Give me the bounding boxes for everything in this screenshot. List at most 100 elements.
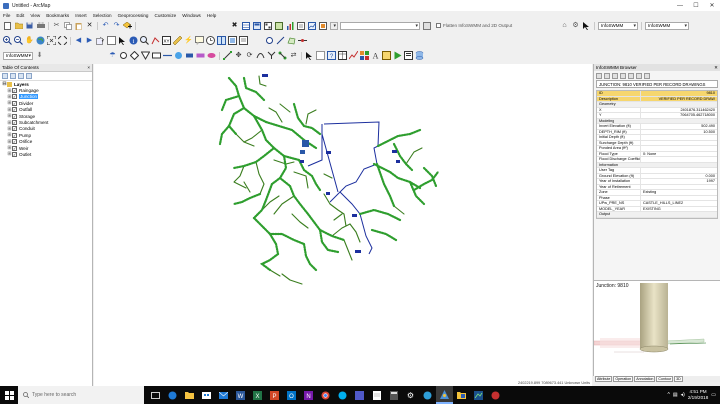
menu-customize[interactable]: Customize xyxy=(155,13,177,18)
menu-file[interactable]: File xyxy=(3,13,10,18)
menu-insert[interactable]: Insert xyxy=(75,13,87,18)
grid-view-icon[interactable] xyxy=(263,21,272,30)
arcmap-taskbar-icon[interactable] xyxy=(436,386,453,404)
print-icon[interactable] xyxy=(36,21,45,30)
fixed-zoom-out-icon[interactable] xyxy=(58,36,67,45)
layer-visibility-checkbox[interactable]: ✓ xyxy=(12,107,17,113)
tab-operation[interactable]: Operation xyxy=(613,376,634,382)
layer-outlet[interactable]: ⊞ ✓ Outlet xyxy=(2,151,92,157)
store-icon[interactable] xyxy=(198,386,215,404)
tab-contour[interactable]: Contour xyxy=(656,376,674,382)
clock[interactable]: 4:51 PM 2/19/2018 xyxy=(688,389,708,401)
scenario-select[interactable] xyxy=(340,21,420,30)
measure-icon[interactable] xyxy=(173,36,182,45)
property-value[interactable]: 7064705.462718000 xyxy=(641,113,717,118)
zoom-out-icon[interactable] xyxy=(14,36,23,45)
layer-visibility-checkbox[interactable]: ✓ xyxy=(12,113,17,119)
output-icon[interactable] xyxy=(318,21,327,30)
task-view-icon[interactable] xyxy=(147,386,164,404)
browser-nav-last-icon[interactable] xyxy=(620,72,626,79)
layer-visibility-checkbox[interactable]: ✓ xyxy=(12,139,17,145)
notifications-icon[interactable]: ▭ xyxy=(711,392,716,398)
save-icon[interactable] xyxy=(25,21,34,30)
new-document-icon[interactable] xyxy=(3,21,12,30)
go-to-xy-icon[interactable]: XY xyxy=(162,36,171,45)
select-features-icon[interactable] xyxy=(96,36,105,45)
edit-vertex-icon[interactable] xyxy=(223,51,232,60)
map-canvas[interactable] xyxy=(94,64,592,386)
tool-cross-icon[interactable]: ✖ xyxy=(230,21,239,30)
skype-icon[interactable] xyxy=(334,386,351,404)
junction-tool-icon[interactable] xyxy=(119,51,128,60)
fixed-zoom-in-icon[interactable] xyxy=(47,36,56,45)
browser-nav-first-icon[interactable] xyxy=(596,72,602,79)
infoswmm-taskbar-icon[interactable] xyxy=(470,386,487,404)
chrome-icon[interactable] xyxy=(317,386,334,404)
rain-gauge-icon[interactable]: ☂ xyxy=(108,51,117,60)
outlook-icon[interactable]: O xyxy=(283,386,300,404)
browser-nav-prev-icon[interactable] xyxy=(604,72,610,79)
property-value[interactable]: VERIFIED PER RECORD DRAW xyxy=(641,96,717,101)
layer-visibility-checkbox[interactable]: ✓ xyxy=(12,120,17,126)
layer-visibility-checkbox[interactable]: ✓ xyxy=(12,126,17,132)
pan-icon[interactable]: ✋ xyxy=(25,36,34,45)
tab-3d[interactable]: 3D xyxy=(674,376,683,382)
storage-tool-icon[interactable] xyxy=(152,51,161,60)
menu-edit[interactable]: Edit xyxy=(16,13,24,18)
word-icon[interactable]: W xyxy=(232,386,249,404)
property-value[interactable]: 9810 xyxy=(641,91,717,96)
list-by-visibility-icon[interactable] xyxy=(18,73,24,79)
property-value[interactable] xyxy=(641,146,717,151)
add-node-icon[interactable] xyxy=(265,36,274,45)
minimize-button[interactable]: — xyxy=(672,0,688,11)
identify-icon[interactable]: i xyxy=(129,36,138,45)
cursor-icon[interactable] xyxy=(582,21,591,30)
list-by-selection-icon[interactable] xyxy=(26,73,32,79)
outfall-tool-icon[interactable] xyxy=(141,51,150,60)
browser-icon[interactable] xyxy=(252,21,261,30)
connect-icon[interactable] xyxy=(278,51,287,60)
split-link-icon[interactable] xyxy=(298,36,307,45)
scenario-icon[interactable] xyxy=(382,51,391,60)
record-select[interactable]: JUNCTION: 9810 VERIFIED PER RECORD DRAWI… xyxy=(596,80,718,88)
copy-icon[interactable] xyxy=(63,21,72,30)
property-value[interactable] xyxy=(641,135,717,140)
list-by-source-icon[interactable] xyxy=(10,73,16,79)
pump-tool-icon[interactable] xyxy=(174,51,183,60)
find-route-icon[interactable] xyxy=(151,36,160,45)
layer-visibility-checkbox[interactable]: ✓ xyxy=(12,100,17,106)
add-subcatchment-icon[interactable] xyxy=(287,36,296,45)
edge-browser-icon[interactable] xyxy=(164,386,181,404)
pointer-select-icon[interactable] xyxy=(305,51,314,60)
divider-tool-icon[interactable] xyxy=(130,51,139,60)
layer-visibility-checkbox[interactable]: ✓ xyxy=(12,88,17,94)
powerpoint-icon[interactable]: P xyxy=(266,386,283,404)
run-icon[interactable] xyxy=(422,21,431,30)
toc-close-icon[interactable]: × xyxy=(87,65,90,70)
recorder-taskbar-icon[interactable] xyxy=(487,386,504,404)
chart-icon[interactable] xyxy=(285,21,294,30)
reverse-icon[interactable]: ⇄ xyxy=(289,51,298,60)
output-report-icon[interactable] xyxy=(404,51,413,60)
property-value[interactable]: 0: None xyxy=(641,152,717,157)
merge-icon[interactable] xyxy=(267,51,276,60)
layer-visibility-checkbox[interactable]: ✓ xyxy=(12,145,17,151)
property-value[interactable]: 10.500 xyxy=(641,130,717,135)
home-icon[interactable]: ⌂ xyxy=(560,21,569,30)
property-value[interactable]: EXISTING xyxy=(641,207,717,212)
arrow-down-icon[interactable]: ⬇ xyxy=(35,51,44,60)
weir-tool-icon[interactable] xyxy=(196,51,205,60)
tab-annotation[interactable]: Annotation xyxy=(634,376,656,382)
network-icon[interactable]: ▤ xyxy=(673,392,678,398)
volume-icon[interactable]: ◂) xyxy=(681,392,685,398)
property-value[interactable]: CASTLE_HILLS_LINE2 xyxy=(641,201,717,206)
zoom-in-icon[interactable] xyxy=(3,36,12,45)
swipe-icon[interactable] xyxy=(217,36,226,45)
property-value[interactable] xyxy=(641,141,717,146)
menu-help[interactable]: Help xyxy=(207,13,216,18)
property-value[interactable]: 502.490 xyxy=(641,124,717,129)
profile-icon[interactable] xyxy=(307,21,316,30)
move-icon[interactable]: ✥ xyxy=(234,51,243,60)
delete-icon[interactable]: ✕ xyxy=(85,21,94,30)
layer-select[interactable]: InfoSWMM xyxy=(598,21,638,30)
